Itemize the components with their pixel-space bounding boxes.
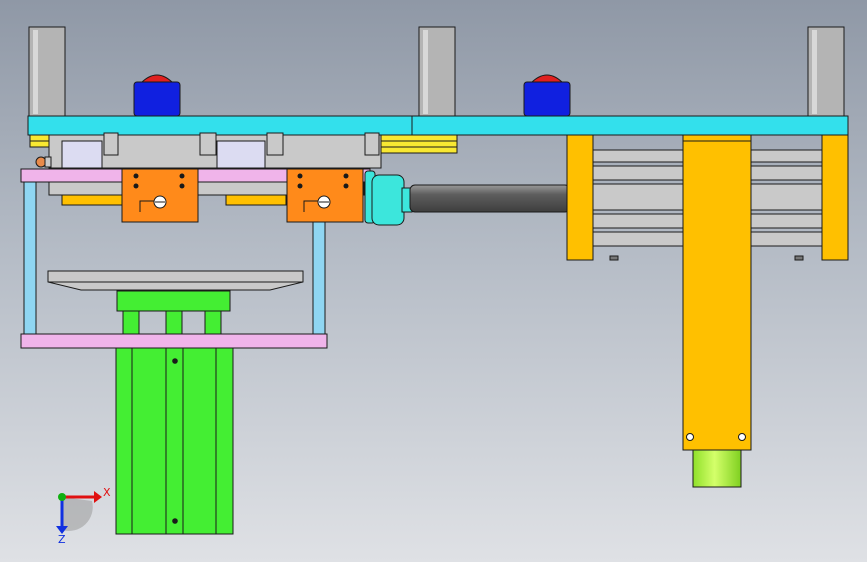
side-rod-left[interactable] (23, 181, 37, 335)
top-plate[interactable] (27, 115, 849, 136)
z-axis-label: Z (58, 533, 66, 546)
green-lift-cylinder[interactable] (115, 290, 234, 535)
push-button-left[interactable] (133, 74, 181, 117)
cable-fitting (35, 156, 52, 168)
pink-lower-bar[interactable] (20, 333, 328, 349)
cylinder-rod[interactable] (409, 184, 571, 213)
x-axis-label: X (103, 486, 111, 499)
coupling[interactable] (364, 170, 413, 226)
y-axis-dot (58, 493, 66, 501)
right-post[interactable] (807, 26, 845, 118)
vertical-cylinder[interactable] (682, 134, 752, 451)
side-rod-right[interactable] (312, 221, 326, 335)
orientation-triad: X Z (56, 486, 111, 546)
gripper-block-left[interactable] (121, 168, 199, 223)
guide-carriage[interactable] (48, 132, 382, 169)
model-scene[interactable]: X Z (0, 0, 867, 562)
graphics-viewport[interactable]: X Z (0, 0, 867, 562)
left-post[interactable] (28, 26, 66, 118)
middle-post[interactable] (418, 26, 456, 118)
gripper-block-right[interactable] (286, 168, 364, 223)
platform-plate[interactable] (47, 270, 304, 291)
lime-piston-rod[interactable] (692, 449, 742, 488)
push-button-right[interactable] (523, 74, 571, 117)
